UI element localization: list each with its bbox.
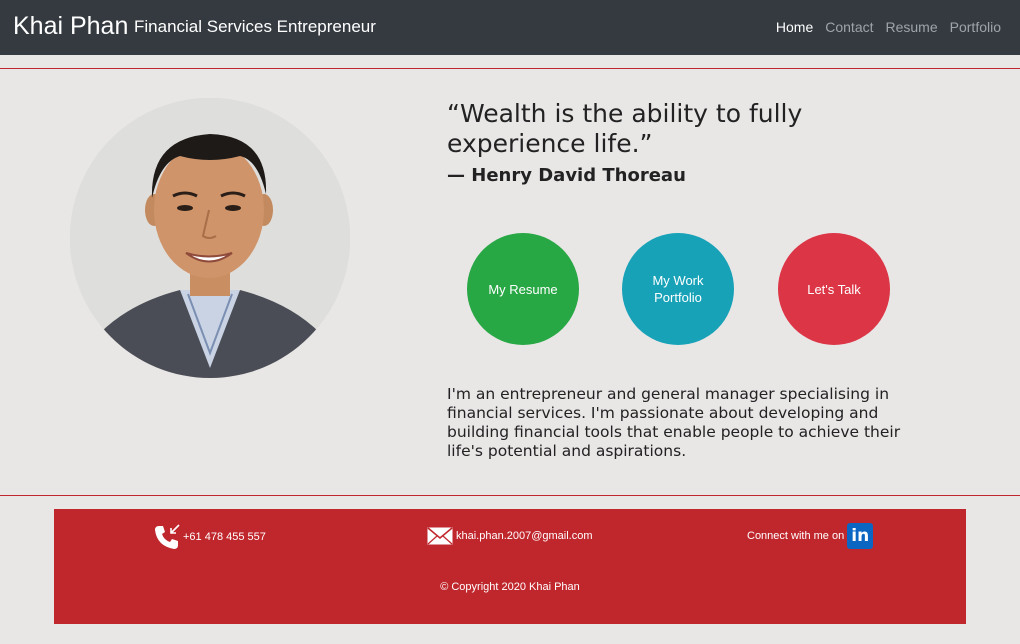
footer: +61 478 455 557 khai.phan.2007@gmail.com… (54, 509, 966, 624)
phone-number: +61 478 455 557 (183, 531, 266, 543)
nav-portfolio[interactable]: Portfolio (950, 19, 1001, 35)
nav-resume[interactable]: Resume (886, 19, 938, 35)
person-portrait-icon (70, 98, 350, 378)
divider-top (0, 68, 1020, 69)
quote-author: — Henry David Thoreau (447, 165, 686, 186)
my-resume-button[interactable]: My Resume (467, 233, 579, 345)
footer-social: Connect with me on in (747, 523, 874, 549)
linkedin-icon[interactable]: in (847, 523, 874, 549)
nav-home[interactable]: Home (776, 19, 813, 35)
nav-contact[interactable]: Contact (825, 19, 873, 35)
divider-bottom (0, 495, 1020, 496)
brand-name[interactable]: Khai Phan (13, 12, 128, 41)
work-portfolio-button[interactable]: My Work Portfolio (622, 233, 734, 345)
phone-icon (155, 524, 180, 549)
profile-photo (70, 98, 350, 378)
navbar: Khai Phan Financial Services Entrepreneu… (0, 0, 1020, 55)
brand-tagline: Financial Services Entrepreneur (134, 17, 376, 36)
copyright: © Copyright 2020 Khai Phan (440, 581, 580, 593)
footer-email[interactable]: khai.phan.2007@gmail.com (427, 527, 593, 545)
email-address: khai.phan.2007@gmail.com (456, 530, 593, 542)
nav-menu: Home Contact Resume Portfolio (776, 19, 1001, 35)
hero-quote: “Wealth is the ability to fully experien… (447, 99, 803, 158)
footer-phone[interactable]: +61 478 455 557 (153, 523, 266, 551)
intro-paragraph: I'm an entrepreneur and general manager … (447, 385, 901, 460)
envelope-icon (427, 527, 453, 545)
lets-talk-button[interactable]: Let's Talk (778, 233, 890, 345)
social-label: Connect with me on (747, 530, 845, 542)
